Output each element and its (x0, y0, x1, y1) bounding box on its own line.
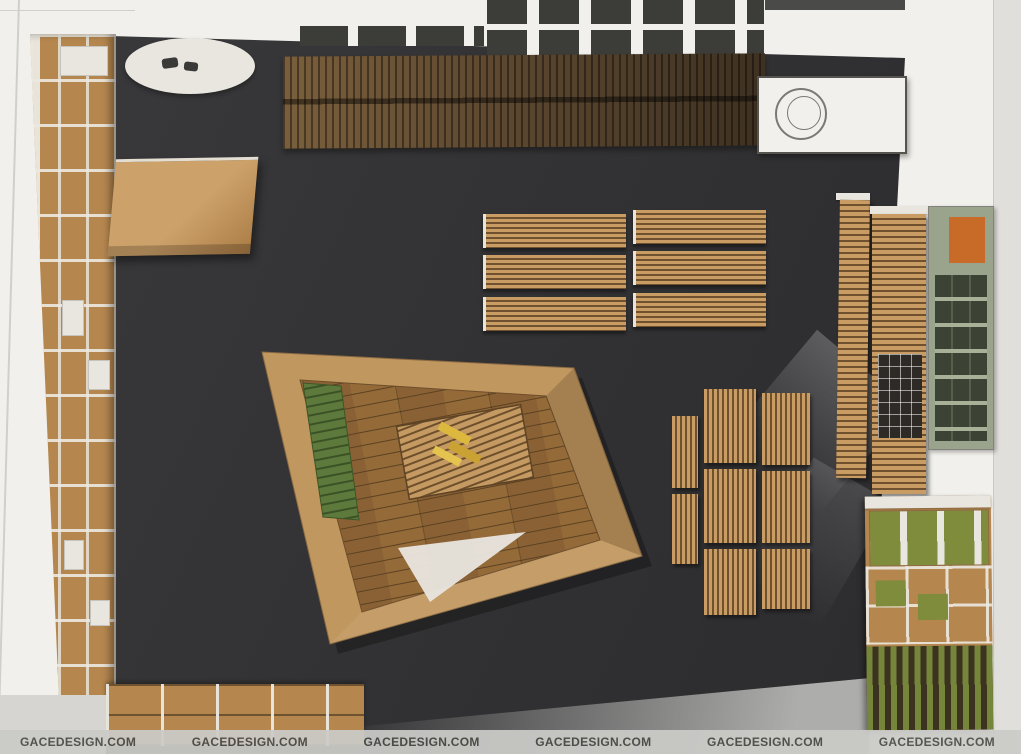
watermark-text: GACEDESIGN.COM (879, 735, 995, 749)
watermark-text: GACEDESIGN.COM (364, 735, 480, 749)
slatted-table (483, 214, 626, 248)
slatted-bench (672, 494, 698, 564)
shelf-empty-cell (88, 360, 110, 390)
shelf-empty-cell (90, 600, 110, 626)
shelf-top-cap (865, 495, 991, 508)
green-cell (876, 580, 906, 606)
shelf-dark-insert (878, 354, 922, 438)
slatted-table (633, 251, 766, 285)
slatted-bench (704, 469, 756, 543)
slatted-table (483, 255, 626, 289)
green-storage-shelf (865, 495, 993, 730)
watermark-text: GACEDESIGN.COM (707, 735, 823, 749)
watermark-text: GACEDESIGN.COM (535, 735, 651, 749)
wall-poster (928, 206, 994, 450)
watermark-text: GACEDESIGN.COM (192, 735, 308, 749)
slatted-bench (704, 389, 756, 463)
slatted-bench (762, 549, 810, 609)
green-cell (918, 594, 948, 620)
shelf-empty-cell (62, 300, 84, 336)
slatted-bench (672, 416, 698, 488)
ceiling-dark-strip (765, 0, 905, 10)
shelf-empty-cell (64, 540, 84, 570)
table-object (184, 61, 199, 71)
slatted-bench (762, 471, 810, 543)
watermark-bar: GACEDESIGN.COM GACEDESIGN.COM GACEDESIGN… (0, 730, 1021, 754)
tall-wall-shelf (836, 200, 870, 478)
slatted-bench (762, 393, 810, 465)
slatted-bench (704, 549, 756, 615)
ceiling-beam-row (300, 26, 484, 46)
shelf-top-cap (870, 206, 928, 214)
corner-desk (108, 157, 259, 256)
ceiling-slat-panel (283, 53, 765, 148)
poster-photo-grid (935, 275, 987, 441)
slatted-table (483, 297, 626, 331)
shelf-empty-cell (60, 46, 108, 76)
fan-circle-inner (787, 96, 821, 130)
slatted-table (633, 210, 766, 244)
slatted-table (633, 293, 766, 327)
watermark-text: GACEDESIGN.COM (20, 735, 136, 749)
ceiling-edge-line (0, 10, 135, 11)
hvac-unit (757, 76, 907, 154)
ceiling-skylight-grid (487, 0, 764, 56)
wall-corner-line (0, 0, 20, 700)
right-wall-band (993, 0, 1021, 754)
poster-orange-panel (949, 217, 985, 263)
green-box-row (869, 509, 990, 566)
green-slat-section (866, 645, 993, 730)
render-canvas: GACEDESIGN.COM GACEDESIGN.COM GACEDESIGN… (0, 0, 1021, 754)
